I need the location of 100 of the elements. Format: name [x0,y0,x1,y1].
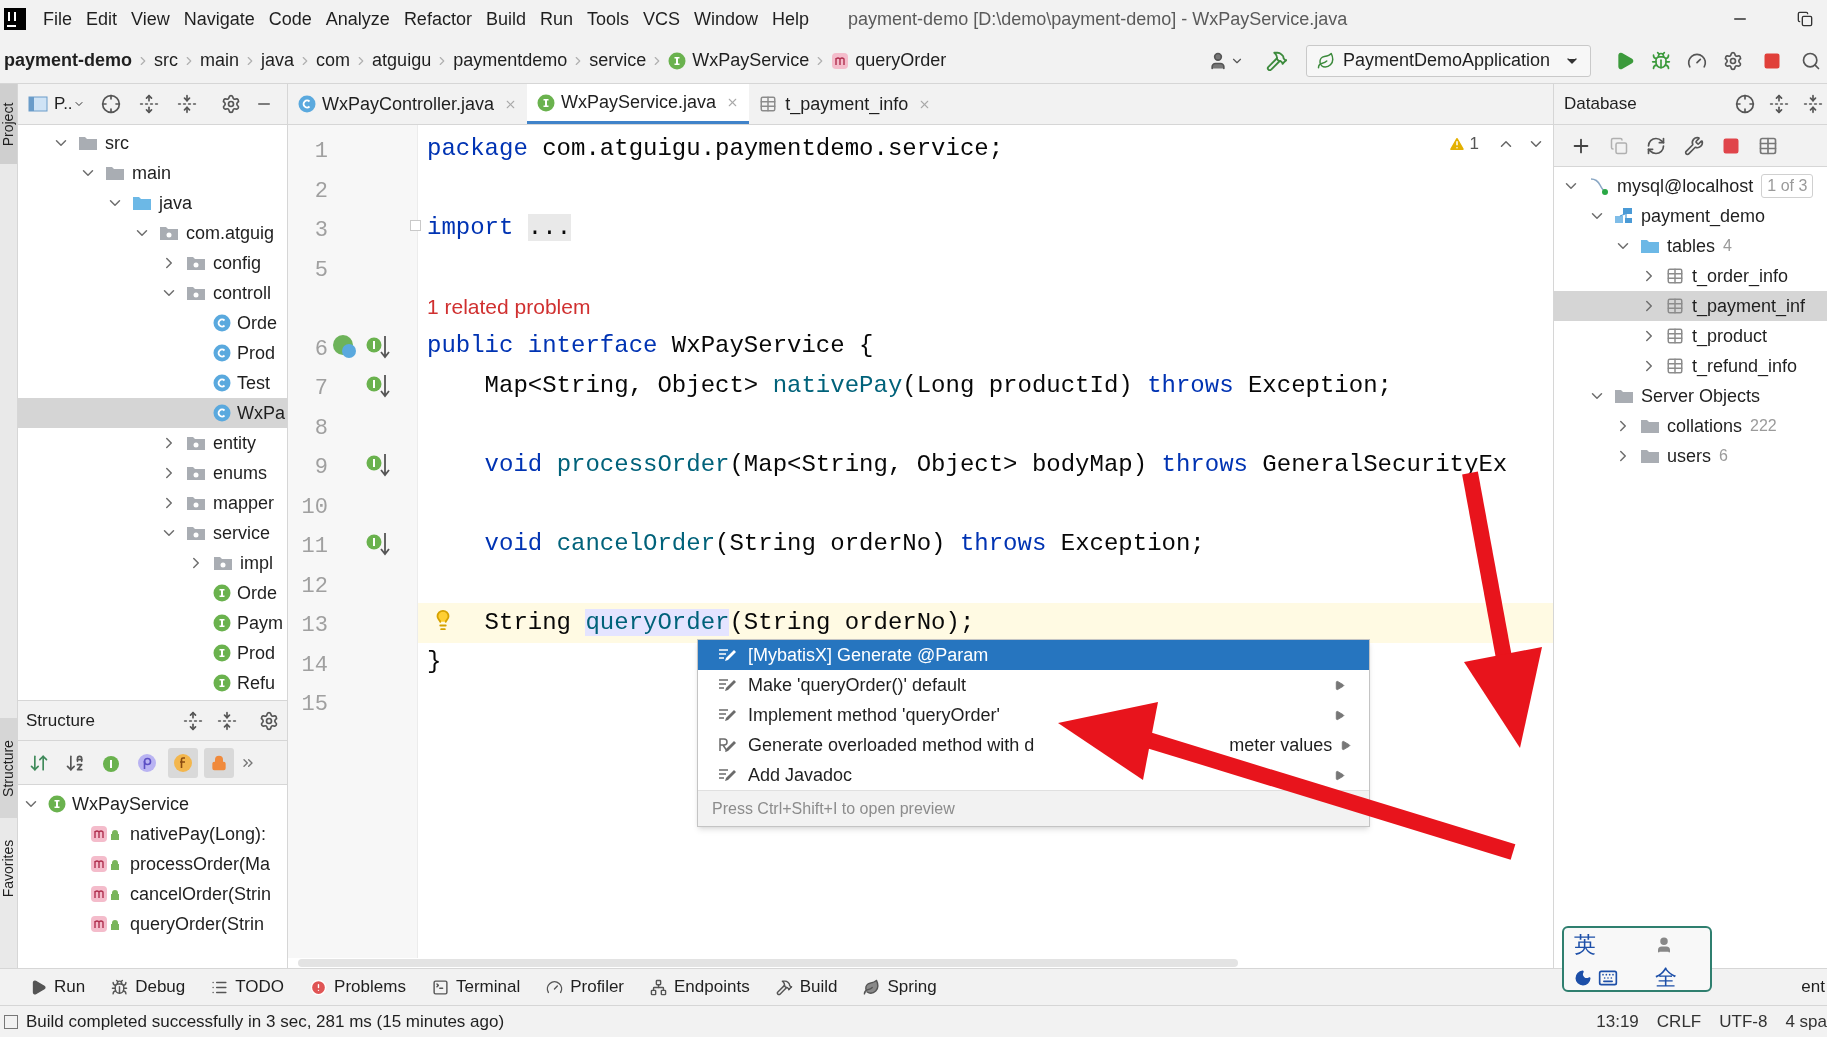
breadcrumb[interactable]: main [200,47,240,74]
popup-item[interactable]: Add Javadoc [698,760,1369,790]
menu-item[interactable]: Navigate [176,5,262,33]
tree-item[interactable]: t_refund_info [1554,351,1827,381]
menu-item[interactable]: Code [261,5,319,33]
status-toggle-icon[interactable] [4,1014,18,1029]
tool-window-button[interactable]: Spring [863,974,937,1000]
editor-tab[interactable]: t_payment_info [749,84,942,124]
menu-item[interactable]: Run [532,5,580,33]
editor-tab[interactable]: WxPayController.java [288,84,528,124]
popup-item[interactable]: Implement method 'queryOrder' [698,700,1369,730]
tree-item[interactable]: Refu [18,668,287,698]
breadcrumb[interactable]: java [261,47,295,74]
debug-icon[interactable] [1651,50,1671,71]
implemented-marker-icon[interactable] [366,531,390,557]
non-public-toggle[interactable] [204,747,234,778]
tree-item[interactable]: Orde [18,578,287,608]
tree-item[interactable]: src [18,128,287,158]
tree-item[interactable]: t_order_info [1554,261,1827,291]
ime-width-mode[interactable]: 全 [1655,961,1700,994]
menu-item[interactable]: Tools [579,5,636,33]
tree-item[interactable]: entity [18,428,287,458]
breadcrumb[interactable]: src [154,47,179,74]
restore-icon[interactable] [1797,11,1813,27]
popup-item[interactable]: Generate overloaded method with d meter values [698,730,1369,760]
status-item[interactable]: 4 spa [1785,1008,1827,1035]
menu-item[interactable]: VCS [636,5,687,33]
breadcrumb[interactable]: service [589,47,647,74]
tree-item[interactable]: Prod [18,338,287,368]
tree-item[interactable]: config [18,248,287,278]
tool-window-button[interactable]: Endpoints [650,974,750,1000]
menu-item[interactable]: File [36,5,79,33]
tool-window-button[interactable]: TODO [211,974,285,1000]
collapse-all-icon[interactable] [176,94,197,114]
tree-item[interactable]: payment_demo [1554,201,1827,231]
breadcrumb[interactable]: WxPayService [692,47,810,74]
breadcrumb[interactable]: com [316,47,351,74]
menu-item[interactable]: Analyze [318,5,397,33]
refresh-icon[interactable] [1646,135,1666,156]
tree-item[interactable]: enums [18,458,287,488]
expand-all-icon[interactable] [183,710,203,731]
tool-window-button[interactable]: Problems [310,974,406,1000]
tool-window-button[interactable]: Debug [111,974,186,1000]
tree-item[interactable]: users 6 [1554,441,1827,471]
tree-item[interactable]: service [18,518,287,548]
tree-item[interactable]: Server Objects [1554,381,1827,411]
warning-count[interactable]: 1 [1469,131,1479,157]
ime-mode[interactable]: 英 [1574,928,1641,961]
tool-window-button[interactable]: Build [775,974,838,1000]
implemented-marker-icon[interactable] [366,373,390,399]
tree-item[interactable]: com.atguig [18,218,287,248]
menu-item[interactable]: Window [687,5,766,33]
menu-item[interactable]: Refactor [396,5,479,33]
breadcrumb[interactable]: queryOrder [855,47,947,74]
breadcrumb[interactable]: payment-demo [0,47,133,74]
table-icon[interactable] [1758,135,1778,156]
stop-icon[interactable] [1722,136,1740,155]
tool-window-button[interactable]: ent [1801,974,1825,1000]
status-item[interactable]: UTF-8 [1719,1008,1768,1035]
stop-icon[interactable] [1763,51,1781,70]
wrench-icon[interactable] [1684,135,1704,156]
hammer-icon[interactable] [1265,49,1288,72]
tree-item[interactable]: impl [18,548,287,578]
collapse-all-icon[interactable] [1803,94,1823,114]
tree-item[interactable]: nativePay(Long): [18,819,287,849]
tree-item[interactable]: t_payment_inf [1554,291,1827,321]
menu-item[interactable]: View [124,5,177,33]
tree-item[interactable]: mysql@localhost 1 of 3 [1554,171,1827,201]
search-icon[interactable] [1801,50,1821,71]
tree-item[interactable]: java [18,188,287,218]
menu-item[interactable]: Build [478,5,533,33]
scrollbar[interactable] [298,959,1238,967]
fields-toggle[interactable] [168,747,198,778]
tool-window-button[interactable]: Run [30,974,86,1000]
breadcrumb[interactable]: paymentdemo [453,47,568,74]
tree-item[interactable]: Prod [18,638,287,668]
user-icon[interactable] [1655,935,1673,954]
status-item[interactable]: CRLF [1656,1008,1702,1035]
moon-icon[interactable] [1574,968,1592,987]
tree-item[interactable]: WxPa [18,398,287,428]
tree-item[interactable]: Paym [18,608,287,638]
menu-item[interactable]: Edit [79,5,125,33]
tree-item[interactable]: tables 4 [1554,231,1827,261]
related-problem-hint[interactable]: 1 related problem [427,291,591,323]
settings-icon[interactable] [220,94,241,114]
side-tab[interactable]: Favorites [0,839,19,897]
run-configuration-dropdown[interactable]: PaymentDemoApplication [1305,44,1591,77]
tree-item[interactable]: processOrder(Ma [18,849,287,879]
tree-item[interactable]: queryOrder(Strin [18,909,287,939]
implemented-marker-icon[interactable] [366,452,390,478]
popup-item[interactable]: [MybatisX] Generate @Param [698,640,1369,670]
tool-window-button[interactable]: Profiler [546,974,625,1000]
locate-icon[interactable] [1735,94,1755,114]
breadcrumb[interactable]: atguigu [372,47,432,74]
locate-icon[interactable] [100,94,121,114]
tree-item[interactable]: mapper [18,488,287,518]
popup-item[interactable]: Make 'queryOrder()' default [698,670,1369,700]
tree-item[interactable]: cancelOrder(Strin [18,879,287,909]
status-item[interactable]: 13:19 [1596,1008,1639,1035]
tool-window-button[interactable]: Terminal [431,974,521,1000]
